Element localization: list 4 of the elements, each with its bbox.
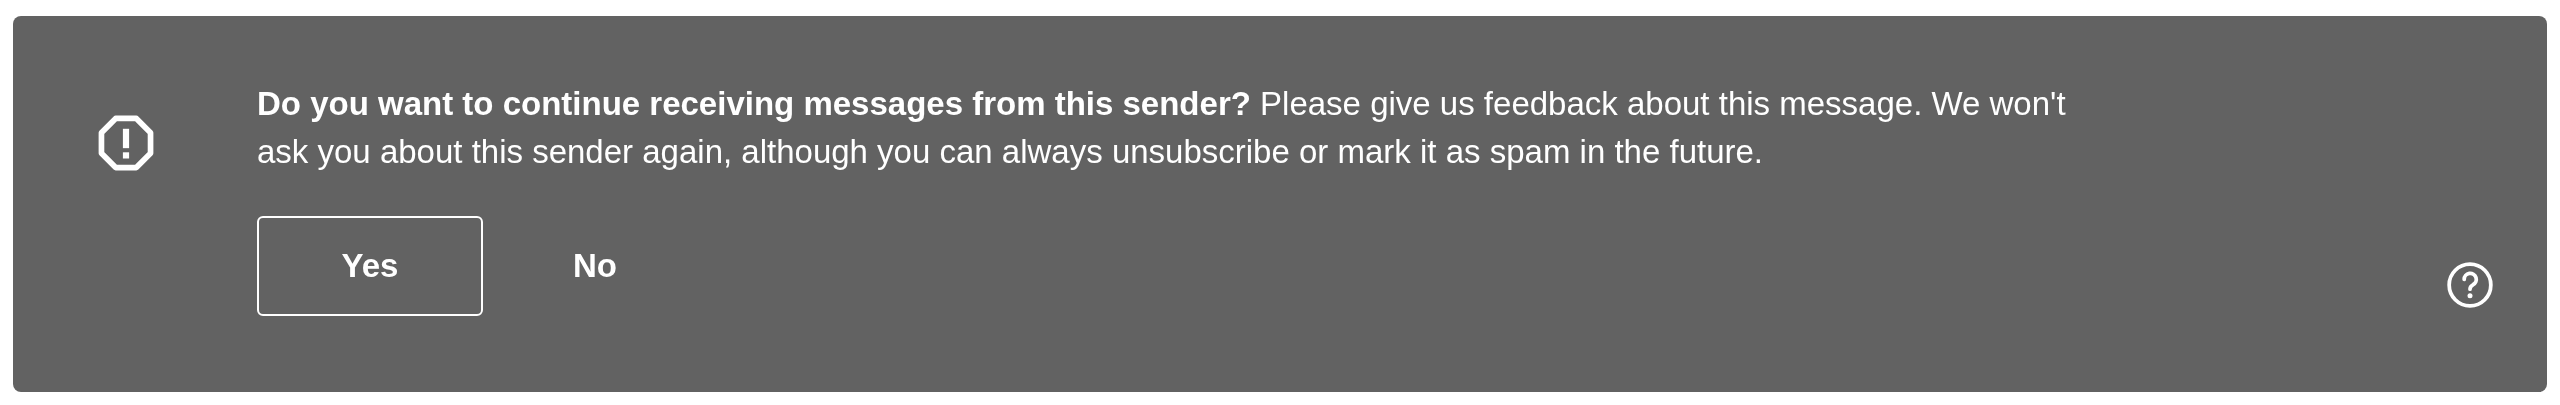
banner-message: Do you want to continue receiving messages from this sender? Please give us feedback about this message. We won't ask you about this sender again, although you can always unsubscribe or mark it as spam in the future.: [257, 84, 2067, 172]
no-button[interactable]: No: [553, 216, 637, 316]
yes-button[interactable]: Yes: [257, 216, 483, 316]
help-icon[interactable]: [2445, 260, 2495, 310]
